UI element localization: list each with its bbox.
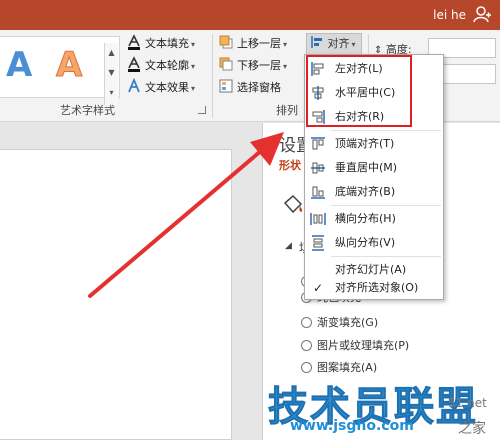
gallery-more-icon[interactable]: ▾ <box>105 83 118 103</box>
wordart-style-blue[interactable]: A <box>6 45 32 85</box>
selection-pane-button[interactable]: 选择窗格 <box>218 78 281 98</box>
text-effect-icon <box>128 78 140 93</box>
wordart-launcher-icon[interactable] <box>198 106 206 114</box>
user-name[interactable]: lei he <box>433 8 466 22</box>
align-button[interactable]: 对齐 ▾ <box>306 33 362 55</box>
align-label: 对齐 <box>327 37 350 50</box>
slide-workspace <box>0 123 262 440</box>
chevron-down-icon: ▾ <box>283 40 288 49</box>
wordart-style-orange[interactable]: A <box>55 45 82 86</box>
menu-item-align-selected[interactable]: ✓ 对齐所选对象(O) <box>305 276 443 300</box>
radio-button[interactable] <box>301 317 312 328</box>
gallery-down-icon[interactable]: ▼ <box>105 63 118 83</box>
slide-canvas[interactable] <box>0 149 232 440</box>
send-backward-icon <box>219 57 233 71</box>
radio-button[interactable] <box>301 340 312 351</box>
group-divider <box>212 34 213 118</box>
watermark-logo: 技术员联盟 51.net www.jsgho.com 之家 <box>268 374 500 440</box>
arrange-group-label: 排列 <box>276 104 298 117</box>
text-fill-button[interactable]: 文本填充 ▾ <box>126 34 195 54</box>
radio-button[interactable] <box>301 362 312 373</box>
menu-divider <box>331 256 441 257</box>
watermark-net: 51.net <box>448 396 487 410</box>
menu-item-distribute-horizontal[interactable]: 横向分布(H) <box>305 207 443 231</box>
chevron-down-icon: ▾ <box>191 40 196 49</box>
text-outline-icon <box>128 56 140 72</box>
align-middle-icon <box>311 162 325 174</box>
menu-divider <box>331 130 441 131</box>
text-outline-button[interactable]: 文本轮廓 ▾ <box>126 56 195 76</box>
check-icon: ✓ <box>312 281 324 295</box>
send-backward-label: 下移一层 <box>237 59 281 72</box>
menu-divider <box>331 205 441 206</box>
menu-item-align-top[interactable]: 顶端对齐(T) <box>305 132 443 156</box>
chevron-down-icon: ▾ <box>191 84 196 93</box>
selection-pane-label: 选择窗格 <box>237 81 281 94</box>
menu-item-distribute-vertical[interactable]: 纵向分布(V) <box>305 231 443 255</box>
chevron-down-icon: ▾ <box>283 62 288 71</box>
text-outline-label: 文本轮廓 <box>145 59 189 72</box>
fill-option-picture[interactable]: 图片或纹理填充(P) <box>301 337 409 355</box>
text-effect-button[interactable]: 文本效果 ▾ <box>126 78 195 98</box>
fill-option-gradient[interactable]: 渐变填充(G) <box>301 314 378 332</box>
text-fill-icon <box>128 34 140 50</box>
fill-bucket-icon[interactable] <box>281 193 305 217</box>
pane-subtitle[interactable]: 形状 <box>279 157 301 173</box>
gallery-scroll[interactable]: ▲ ▼ ▾ <box>104 43 118 105</box>
collapse-arrow-icon[interactable]: ◢ <box>285 241 292 251</box>
watermark-url: www.jsgho.com <box>290 418 414 434</box>
align-bottom-icon <box>311 186 325 199</box>
bring-forward-button[interactable]: 上移一层 ▾ <box>218 34 287 54</box>
gallery-up-icon[interactable]: ▲ <box>105 43 118 63</box>
distribute-vertical-icon <box>312 235 324 251</box>
wordart-gallery[interactable]: A A ▲ ▼ ▾ <box>0 36 120 105</box>
menu-item-align-bottom[interactable]: 底端对齐(B) <box>305 180 443 204</box>
bring-forward-label: 上移一层 <box>237 37 281 50</box>
chevron-down-icon: ▾ <box>191 62 196 71</box>
bring-forward-icon <box>219 35 233 49</box>
text-fill-label: 文本填充 <box>145 37 189 50</box>
title-bar: lei he <box>0 0 500 30</box>
chevron-down-icon: ▾ <box>351 40 356 49</box>
align-icon <box>311 36 322 48</box>
send-backward-button[interactable]: 下移一层 ▾ <box>218 56 287 76</box>
selection-pane-icon <box>219 79 233 93</box>
wordart-group-label: 艺术字样式 <box>60 104 115 117</box>
user-icon[interactable] <box>472 4 492 24</box>
distribute-horizontal-icon <box>310 213 326 225</box>
align-top-icon <box>311 137 325 150</box>
watermark-home: 之家 <box>458 421 486 437</box>
highlight-box <box>306 55 412 127</box>
menu-item-align-middle[interactable]: 垂直居中(M) <box>305 156 443 180</box>
text-effect-label: 文本效果 <box>145 81 189 94</box>
